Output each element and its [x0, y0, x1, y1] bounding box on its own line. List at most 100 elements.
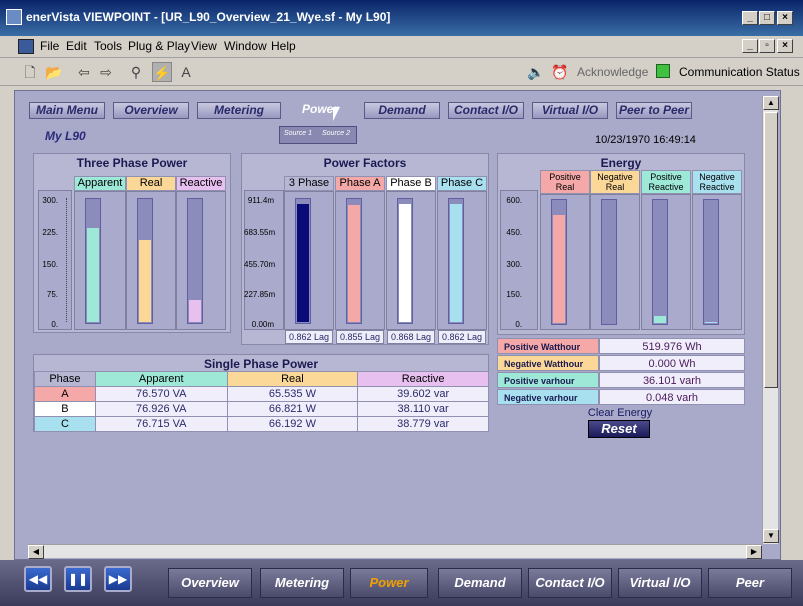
bottom-tab-virtual-io[interactable]: Virtual I/O: [618, 568, 702, 598]
scroll-thumb[interactable]: [764, 112, 778, 388]
speaker-icon[interactable]: 🔈: [526, 62, 546, 82]
bottom-tab-metering[interactable]: Metering: [260, 568, 344, 598]
header-real: Real: [226, 371, 359, 387]
source-1[interactable]: Source 1: [284, 130, 312, 137]
app-icon: [6, 9, 22, 25]
menu-window[interactable]: Window: [224, 39, 267, 53]
positive-watthour-label: Positive Watthour: [497, 338, 599, 354]
negative-watthour-value: 0.000 Wh: [599, 355, 745, 371]
source-selector[interactable]: Source 1 Source 2: [279, 126, 357, 144]
reactive-header: Reactive: [176, 176, 226, 191]
nav-power[interactable]: Power: [289, 102, 351, 119]
apparent-meter: [74, 191, 126, 330]
close-button[interactable]: ×: [777, 11, 793, 25]
nav-virtual-io[interactable]: Virtual I/O: [532, 102, 608, 119]
apparent-cell: 76.570 VA: [94, 386, 228, 402]
reactive-cell: 38.779 var: [357, 416, 489, 432]
alarm-icon[interactable]: ⏰: [550, 62, 570, 82]
menu-bar: File Edit Tools Plug & Play View Window …: [0, 36, 803, 58]
scroll-right-icon[interactable]: ▶: [746, 545, 762, 559]
phase-a-header: Phase A: [335, 176, 385, 191]
pause-icon[interactable]: ❚❚: [64, 566, 92, 592]
menu-plug-play[interactable]: Plug & Play: [128, 39, 190, 53]
real-meter: [126, 191, 176, 330]
acknowledge-label[interactable]: Acknowledge: [577, 65, 648, 79]
title-bar: enerVista VIEWPOINT - [UR_L90_Overview_2…: [0, 0, 803, 36]
pf-3phase-meter: [284, 191, 334, 330]
pf-phase-c-value: 0.862 Lag: [438, 330, 486, 344]
scroll-up-icon[interactable]: ▲: [763, 96, 779, 110]
scale-label: 0.00m: [251, 320, 274, 329]
scroll-down-icon[interactable]: ▼: [763, 529, 779, 543]
device-name: My L90: [45, 129, 86, 143]
new-icon[interactable]: 🗋: [20, 62, 40, 82]
horizontal-scrollbar[interactable]: ◀ ▶: [28, 544, 762, 559]
doc-close-button[interactable]: ×: [777, 39, 793, 53]
nav-peer-to-peer[interactable]: Peer to Peer: [616, 102, 692, 119]
panel-title: Energy: [600, 156, 642, 170]
menu-tools[interactable]: Tools: [94, 39, 122, 53]
pf-phase-c-meter: [437, 191, 487, 330]
header-reactive: Reactive: [357, 371, 489, 387]
doc-restore-button[interactable]: ▫: [759, 39, 775, 53]
positive-varhour-label: Positive varhour: [497, 372, 599, 388]
forward-icon[interactable]: ⇨: [96, 62, 116, 82]
scale-label: 455.70m: [244, 260, 276, 269]
maximize-button[interactable]: □: [759, 11, 775, 25]
nav-contact-io[interactable]: Contact I/O: [448, 102, 524, 119]
phase-c-header: Phase C: [437, 176, 487, 191]
scroll-left-icon[interactable]: ◀: [28, 545, 44, 559]
bottom-tab-peer[interactable]: Peer: [708, 568, 792, 598]
menu-help[interactable]: Help: [271, 39, 296, 53]
menu-view[interactable]: View: [191, 39, 217, 53]
timestamp: 10/23/1970 16:49:14: [595, 134, 696, 146]
nav-metering[interactable]: Metering: [197, 102, 281, 119]
bottom-tab-overview[interactable]: Overview: [168, 568, 252, 598]
fast-forward-icon[interactable]: ▶▶: [104, 566, 132, 592]
pos-reactive-meter: [641, 194, 691, 330]
negative-varhour-value: 0.048 varh: [599, 389, 745, 405]
reactive-cell: 38.110 var: [357, 401, 489, 417]
nav-overview[interactable]: Overview: [113, 102, 189, 119]
apparent-header: Apparent: [74, 176, 126, 191]
neg-reactive-meter: [692, 194, 742, 330]
power-factors-panel: Power Factors 911.4m 683.55m 455.70m 227…: [241, 153, 489, 345]
real-header: Real: [126, 176, 176, 191]
scale-label: 0.: [51, 320, 58, 329]
header-apparent: Apparent: [94, 371, 228, 387]
open-icon[interactable]: 📂: [44, 62, 64, 82]
reset-button[interactable]: Reset: [588, 420, 650, 438]
menu-edit[interactable]: Edit: [66, 39, 87, 53]
doc-minimize-button[interactable]: _: [742, 39, 758, 53]
rewind-icon[interactable]: ◀◀: [24, 566, 52, 592]
bottom-tab-contact-io[interactable]: Contact I/O: [528, 568, 612, 598]
menu-file[interactable]: File: [40, 39, 59, 53]
nav-main-menu[interactable]: Main Menu: [29, 102, 105, 119]
scale-label: 600.: [506, 196, 522, 205]
apparent-cell: 76.926 VA: [94, 401, 228, 417]
3phase-header: 3 Phase: [284, 176, 334, 191]
scale-label: 225.: [42, 228, 58, 237]
source-2[interactable]: Source 2: [322, 130, 350, 137]
nav-demand[interactable]: Demand: [364, 102, 440, 119]
real-cell: 66.192 W: [226, 416, 359, 432]
communication-status-label: Communication Status: [679, 65, 800, 79]
scale-label: 450.: [506, 228, 522, 237]
panel-title: Power Factors: [323, 156, 407, 170]
bottom-tab-power[interactable]: Power: [350, 568, 428, 598]
positive-real-header: Positive Real: [540, 170, 590, 194]
positive-reactive-header: Positive Reactive: [641, 170, 691, 194]
pos-real-meter: [540, 194, 590, 330]
antenna-icon[interactable]: A: [176, 62, 196, 82]
table-row: B 76.926 VA 66.821 W 38.110 var: [34, 401, 489, 417]
vertical-scrollbar[interactable]: ▲ ▼: [762, 96, 779, 544]
bottom-navigation-bar: ◀◀ ❚❚ ▶▶ Overview Metering Power Demand …: [0, 560, 803, 606]
pf-phase-b-value: 0.868 Lag: [387, 330, 435, 344]
minimize-button[interactable]: _: [742, 11, 758, 25]
pf-3phase-value: 0.862 Lag: [285, 330, 333, 344]
bottom-tab-demand[interactable]: Demand: [438, 568, 522, 598]
toolbar: 🗋 📂 ⇦ ⇨ ⚲ ⚡ A 🔈 ⏰ Acknowledge Communicat…: [0, 58, 803, 86]
back-icon[interactable]: ⇦: [74, 62, 94, 82]
tower-icon[interactable]: ⚡: [152, 62, 172, 82]
binoculars-icon[interactable]: ⚲: [126, 62, 146, 82]
